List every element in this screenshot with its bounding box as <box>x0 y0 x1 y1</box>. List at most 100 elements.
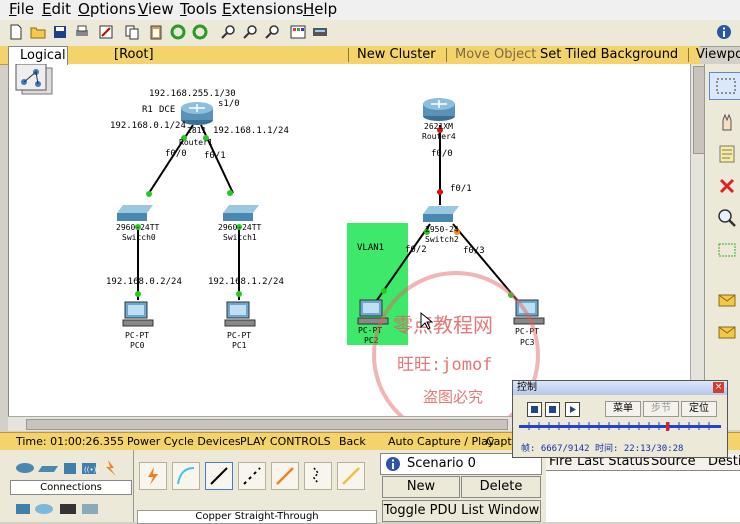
add-complex-pdu-icon[interactable] <box>717 322 737 342</box>
move-object-button[interactable]: Move Object <box>455 47 536 63</box>
router4-model: 2621XM <box>424 122 453 131</box>
switch2-f03: f0/3 <box>463 246 485 256</box>
routers-category-icon[interactable] <box>16 463 34 473</box>
locate-button[interactable]: 定位 <box>681 401 717 417</box>
svg-text:旺旺:jomof: 旺旺:jomof <box>397 355 492 375</box>
menu-tools[interactable]: Tools <box>180 0 217 19</box>
switch2-model: 2950-24 <box>425 225 459 234</box>
draw-rectangle-icon[interactable] <box>717 240 737 260</box>
pc1-model: PC-PT <box>227 331 251 340</box>
fiber-cable-button[interactable] <box>271 462 299 490</box>
viewport-button[interactable]: Viewpo <box>696 47 740 63</box>
coaxial-cable-button[interactable] <box>337 462 365 490</box>
connections-category-icon[interactable] <box>106 460 116 476</box>
menu-options[interactable]: Options <box>78 0 136 19</box>
menu-help[interactable]: Help <box>303 0 337 19</box>
router1-f01: f0/1 <box>204 151 226 161</box>
new-scenario-button[interactable]: New <box>382 476 460 498</box>
activity-wizard-icon[interactable] <box>98 24 114 40</box>
open-folder-icon[interactable] <box>30 24 46 40</box>
vlan1-label: VLAN1 <box>357 243 384 253</box>
zoom-in-icon[interactable] <box>220 24 236 40</box>
timeline-thumb[interactable] <box>666 422 669 431</box>
router4-f00: f0/0 <box>431 149 453 159</box>
menu-edit[interactable]: Edit <box>42 0 71 19</box>
link-dot <box>146 191 152 197</box>
hand-icon[interactable] <box>717 112 737 132</box>
copy-icon[interactable] <box>124 24 140 40</box>
navigation-icon[interactable] <box>14 64 54 98</box>
custom-device-icon[interactable] <box>312 24 328 40</box>
stop-icon <box>549 406 556 413</box>
power-cycle-button[interactable]: Power Cycle Devices <box>127 435 241 449</box>
pdu-table-body <box>546 471 740 522</box>
router1-ip-top: 192.168.255.1/30 <box>149 89 236 99</box>
print-icon[interactable] <box>74 24 90 40</box>
custom-devices-icon[interactable] <box>60 504 76 514</box>
pc3-name: PC3 <box>520 338 535 347</box>
undo-icon[interactable] <box>170 24 186 40</box>
pause-icon <box>531 406 538 413</box>
palette-icon[interactable] <box>290 24 306 40</box>
paste-icon[interactable] <box>148 24 164 40</box>
pc1-ip: 192.168.1.2/24 <box>208 277 284 287</box>
auto-capture-button[interactable]: Auto Capture / Play <box>388 435 494 449</box>
right-toolbar <box>704 64 740 430</box>
switch1-icon[interactable] <box>223 205 259 221</box>
end-devices-icon[interactable] <box>16 504 30 514</box>
play-button[interactable] <box>565 402 580 417</box>
delete-icon[interactable] <box>717 176 737 196</box>
pc0-model: PC-PT <box>125 331 149 340</box>
zoom-reset-icon[interactable] <box>242 24 258 40</box>
pc1-icon[interactable] <box>224 301 256 327</box>
switch0-icon[interactable] <box>117 205 153 221</box>
switch0-model: 2960-24TT <box>116 223 160 232</box>
save-icon[interactable] <box>52 24 68 40</box>
router1-name: Router1 <box>179 138 213 147</box>
menu-extensions[interactable]: Extensions <box>222 0 303 19</box>
menu-button[interactable]: 菜单 <box>605 401 641 417</box>
back-button[interactable]: Back <box>339 435 366 449</box>
step-button[interactable]: 步节 <box>643 401 679 417</box>
tab-logical[interactable]: Logical <box>8 46 68 65</box>
inspect-icon[interactable] <box>717 208 737 228</box>
note-icon[interactable] <box>717 144 737 164</box>
fiber-cable-icon <box>276 467 294 485</box>
vertical-scrollbar[interactable] <box>690 64 705 416</box>
horizontal-scroll-thumb[interactable] <box>26 419 508 430</box>
pause-button[interactable] <box>527 402 542 417</box>
zoom-out-icon[interactable] <box>264 24 280 40</box>
play-icon <box>570 406 576 413</box>
hubs-category-icon[interactable] <box>64 463 76 474</box>
root-label[interactable]: [Root] <box>114 47 154 63</box>
set-tiled-background-button[interactable]: Set Tiled Background <box>540 47 678 63</box>
wan-emulation-icon[interactable] <box>35 504 53 514</box>
new-file-icon[interactable] <box>8 24 24 40</box>
toggle-pdu-list-button[interactable]: Toggle PDU List Window <box>382 500 541 522</box>
switch2-f01: f0/1 <box>450 184 472 194</box>
timeline-slider[interactable] <box>519 422 721 431</box>
router4-icon[interactable] <box>423 98 455 121</box>
add-simple-pdu-icon[interactable] <box>717 290 737 310</box>
redo-icon[interactable] <box>192 24 208 40</box>
console-cable-button[interactable] <box>172 462 200 490</box>
phone-cable-button[interactable] <box>304 462 332 490</box>
copper-cross-over-button[interactable] <box>238 462 266 490</box>
close-icon[interactable]: × <box>713 382 724 393</box>
control-dialog: 控制 × 菜单 步节 定位 帧: 6667/9142 时间: 22:13/30:… <box>512 380 728 458</box>
select-tool[interactable] <box>709 72 740 100</box>
new-cluster-button[interactable]: New Cluster <box>357 47 436 63</box>
wireless-category-icon[interactable]: ((•)) <box>82 463 99 474</box>
pc0-icon[interactable] <box>122 301 154 327</box>
logical-workspace[interactable]: VLAN1 192.168.255.1/30 R1 DCE s1/0 192.1… <box>8 64 691 416</box>
switches-category-icon[interactable] <box>38 466 58 472</box>
menu-file[interactable]: File <box>9 0 34 19</box>
stop-button[interactable] <box>545 402 560 417</box>
info-icon[interactable] <box>716 24 732 40</box>
menu-view[interactable]: View <box>138 0 174 19</box>
switch2-icon[interactable] <box>423 206 459 222</box>
delete-scenario-button[interactable]: Delete <box>461 476 541 498</box>
copper-straight-through-button[interactable] <box>205 462 233 490</box>
multiuser-icon[interactable] <box>82 504 98 514</box>
automatic-cable-button[interactable] <box>139 462 167 490</box>
